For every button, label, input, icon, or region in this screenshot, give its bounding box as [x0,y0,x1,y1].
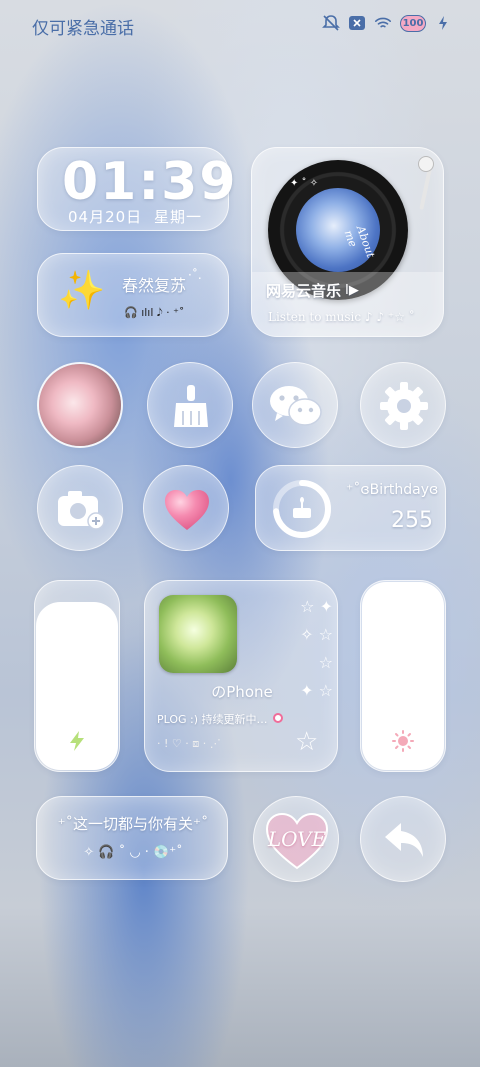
spring-deco-b: 🎧 ılıl 𝅘𝅥𝅮 · ⁺˚ [124,306,185,319]
charge-icon [70,731,84,751]
camera-button[interactable] [37,465,123,551]
play-icon[interactable]: I▶ [345,283,359,298]
text-widget-line2: ✧ 🎧 ˚ ◡ · 💿⁺˚ [83,845,183,860]
heart-button[interactable] [143,465,229,551]
right-pill[interactable] [362,582,444,770]
sim-off-icon [348,14,366,32]
music-widget[interactable]: About me ✦ ˚ ✧ 网易云音乐 I▶ Listen to music … [251,147,444,337]
iphone-caption: PLOG :) 持续更新中… [157,713,268,726]
cleaner-button[interactable] [147,362,233,448]
love-text: LOVE [267,827,327,851]
iphone-widget[interactable]: ☆ ✦ ✧ ☆ ☆ ✦ ☆ のPhone PLOG :) 持续更新中… · ! ♡ ·… [144,580,338,772]
text-widget[interactable]: ⁺˚这一切都与你有关⁺˚ ✧ 🎧 ˚ ◡ · 💿⁺˚ [36,796,228,880]
battery-badge: 100 [400,14,426,32]
disc-stars: ✦ ˚ ✧ [290,178,319,189]
sun-icon [392,730,414,752]
text-widget-line1: ⁺˚这一切都与你有关⁺˚ [57,815,209,833]
birthday-count: 255 [391,508,433,533]
iphone-name: のPhone [211,683,273,701]
photo-icon[interactable] [37,362,123,448]
battery-level: 100 [402,17,424,29]
spring-title: 春然复苏 [122,276,187,295]
return-arrow-icon [385,823,423,857]
wifi-icon [374,14,392,32]
wechat-icon [270,386,322,426]
mute-icon [322,14,340,32]
clock-weekday: 星期一 [154,208,203,226]
iphone-deco: · ! ♡ · ⧈ · ⋰ [157,737,221,750]
wechat-button[interactable] [252,362,338,448]
clock-widget[interactable]: 01:39 04月20日 星期一 [37,147,236,231]
tonearm-pivot [418,156,434,172]
music-title: 网易云音乐 [266,282,342,300]
spring-deco-a: ·˚. [188,268,202,282]
birthday-label: ⁺˚ɞBirthdayɞ [346,482,439,498]
spring-widget[interactable]: ✨ 春然复苏 ·˚. 🎧 ılıl 𝅘𝅥𝅮 · ⁺˚ [37,253,229,337]
status-bar-text: 仅可紧急通话 [32,19,134,39]
back-button[interactable] [360,796,446,882]
broom-icon [174,385,208,427]
love-button[interactable]: LOVE [253,796,339,882]
music-title-row[interactable]: 网易云音乐 I▶ [266,280,359,301]
charging-icon [434,14,452,32]
gear-icon [380,382,428,430]
sparkle-icon: ✨ [58,268,106,312]
status-icons: 100 [322,14,452,32]
clock-time: 01:39 [62,152,238,212]
flower-photo [39,364,121,446]
heart-icon [165,490,209,530]
music-subtitle: Listen to music ♪ ♪ ⁺☆ ˚ [268,310,415,324]
camera-icon [58,491,105,530]
settings-button[interactable] [360,362,446,448]
left-pill[interactable] [36,602,118,770]
record-dot-icon [273,713,283,723]
birthday-widget[interactable]: ⁺˚ɞBirthdayɞ 255 [255,465,446,551]
clock-date: 04月20日 [68,208,143,226]
cake-icon [293,497,311,518]
big-star-icon: ☆ [295,727,319,757]
lily-photo [159,595,237,673]
